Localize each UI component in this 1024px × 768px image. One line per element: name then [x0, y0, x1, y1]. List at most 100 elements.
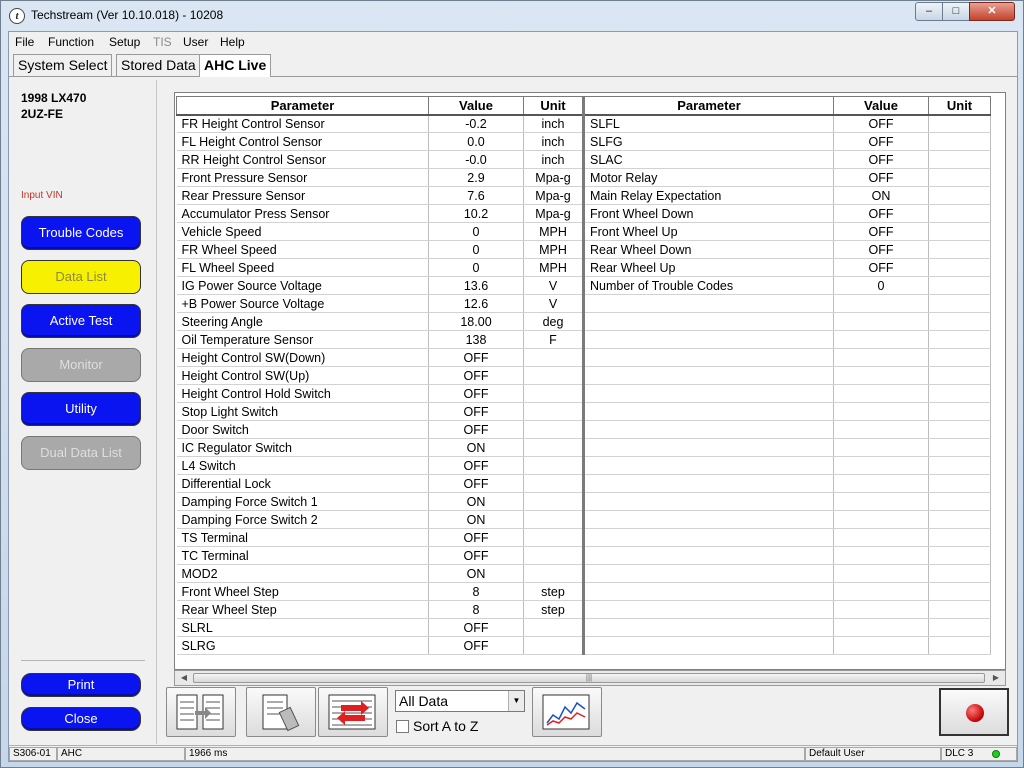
unit-cell: Mpa-g: [523, 186, 584, 205]
table-row[interactable]: Stop Light Switch OFF: [176, 402, 991, 421]
menu-help[interactable]: Help: [220, 35, 245, 49]
column-header-value[interactable]: Value: [428, 96, 524, 116]
parameter-name-cell: RR Height Control Sensor: [176, 150, 429, 169]
table-row[interactable]: FL Height Control Sensor 0.0 inch SLFG OFF: [176, 132, 991, 151]
unit-cell: [928, 456, 991, 475]
table-row[interactable]: Rear Pressure Sensor 7.6 Mpa-g Main Relay E…: [176, 186, 991, 205]
window-title: Techstream (Ver 10.10.018) - 10208: [31, 8, 224, 22]
table-row[interactable]: FR Height Control Sensor -0.2 inch SLFL OFF: [176, 114, 991, 133]
print-button[interactable]: Print: [21, 673, 141, 697]
refresh-list-button[interactable]: [318, 687, 388, 737]
table-row[interactable]: Height Control Hold Switch OFF: [176, 384, 991, 403]
dropdown-arrow-icon[interactable]: ▼: [508, 691, 524, 711]
scroll-right-arrow-icon[interactable]: ▶: [989, 672, 1003, 684]
unit-cell: [928, 240, 991, 259]
close-window-button[interactable]: ✕: [969, 2, 1015, 21]
column-header-value[interactable]: Value: [833, 96, 929, 116]
status-timing: 1966 ms: [185, 747, 805, 761]
manual-button[interactable]: [246, 687, 316, 737]
menu-user[interactable]: User: [183, 35, 208, 49]
data-filter-dropdown[interactable]: All Data ▼: [395, 690, 525, 712]
table-row[interactable]: Height Control SW(Up) OFF: [176, 366, 991, 385]
table-row[interactable]: Differential Lock OFF: [176, 474, 991, 493]
data-list-grid[interactable]: Parameter Value Unit Parameter Value Uni…: [174, 92, 1006, 670]
vehicle-info: 1998 LX470 2UZ-FE: [21, 90, 86, 122]
utility-button[interactable]: Utility: [21, 392, 141, 426]
table-row[interactable]: Accumulator Press Sensor 10.2 Mpa-g Front W…: [176, 204, 991, 223]
techstream-app-icon[interactable]: t: [9, 8, 25, 24]
unit-cell: [928, 546, 991, 565]
value-cell: [833, 528, 929, 547]
tab-system-select[interactable]: System Select: [13, 54, 113, 76]
horizontal-scrollbar[interactable]: ◀ ||| ▶: [174, 670, 1006, 686]
dual-data-list-button: Dual Data List: [21, 436, 141, 470]
tab-stored-data[interactable]: Stored Data: [116, 54, 201, 76]
table-row[interactable]: Front Pressure Sensor 2.9 Mpa-g Motor Relay…: [176, 168, 991, 187]
graph-button[interactable]: [532, 687, 602, 737]
table-row[interactable]: Height Control SW(Down) OFF: [176, 348, 991, 367]
table-row[interactable]: FL Wheel Speed 0 MPH Rear Wheel Up OFF: [176, 258, 991, 277]
close-button[interactable]: Close: [21, 707, 141, 731]
table-row[interactable]: Damping Force Switch 2 ON: [176, 510, 991, 529]
list-select-icon: [176, 694, 224, 730]
parameter-name-cell: MOD2: [176, 564, 429, 583]
column-header-unit[interactable]: Unit: [928, 96, 991, 116]
table-row[interactable]: TS Terminal OFF: [176, 528, 991, 547]
scroll-left-arrow-icon[interactable]: ◀: [177, 672, 191, 684]
table-row[interactable]: Damping Force Switch 1 ON: [176, 492, 991, 511]
menu-tis: TIS: [153, 35, 172, 49]
table-row[interactable]: TC Terminal OFF: [176, 546, 991, 565]
menu-function[interactable]: Function: [48, 35, 94, 49]
sort-a-to-z-checkbox[interactable]: [396, 720, 409, 733]
value-cell: [833, 330, 929, 349]
table-row[interactable]: Steering Angle 18.00 deg: [176, 312, 991, 331]
unit-cell: [928, 204, 991, 223]
table-row[interactable]: RR Height Control Sensor -0.0 inch SLAC OFF: [176, 150, 991, 169]
parameter-name-cell: Stop Light Switch: [176, 402, 429, 421]
select-data-button[interactable]: [166, 687, 236, 737]
unit-cell: [928, 114, 991, 133]
record-button[interactable]: [939, 688, 1009, 736]
left-divider: [21, 660, 145, 661]
trouble-codes-button[interactable]: Trouble Codes: [21, 216, 141, 250]
input-vin-link[interactable]: Input VIN: [21, 190, 63, 201]
column-header-parameter[interactable]: Parameter: [582, 96, 834, 116]
active-test-button[interactable]: Active Test: [21, 304, 141, 338]
menu-file[interactable]: File: [15, 35, 34, 49]
table-row[interactable]: Front Wheel Step 8 step: [176, 582, 991, 601]
unit-cell: [523, 420, 584, 439]
table-row[interactable]: MOD2 ON: [176, 564, 991, 583]
data-list-button[interactable]: Data List: [21, 260, 141, 294]
value-cell: [833, 582, 929, 601]
table-row[interactable]: SLRL OFF: [176, 618, 991, 637]
table-row[interactable]: FR Wheel Speed 0 MPH Rear Wheel Down OFF: [176, 240, 991, 259]
menu-setup[interactable]: Setup: [109, 35, 140, 49]
table-row[interactable]: Rear Wheel Step 8 step: [176, 600, 991, 619]
title-bar[interactable]: t Techstream (Ver 10.10.018) - 10208 – □…: [1, 1, 1023, 31]
maximize-button[interactable]: □: [942, 2, 970, 21]
left-panel: 1998 LX470 2UZ-FE Input VIN Trouble Code…: [13, 80, 157, 744]
column-header-unit[interactable]: Unit: [523, 96, 584, 116]
scrollbar-thumb[interactable]: |||: [193, 673, 985, 683]
value-cell: 8: [428, 582, 524, 601]
value-cell: 13.6: [428, 276, 524, 295]
parameter-name-cell: SLRG: [176, 636, 429, 655]
table-row[interactable]: L4 Switch OFF: [176, 456, 991, 475]
table-row[interactable]: +B Power Source Voltage 12.6 V: [176, 294, 991, 313]
status-system: AHC: [57, 747, 185, 761]
parameter-name-cell: SLAC: [582, 150, 834, 169]
table-row[interactable]: Vehicle Speed 0 MPH Front Wheel Up OFF: [176, 222, 991, 241]
column-header-parameter[interactable]: Parameter: [176, 96, 429, 116]
value-cell: [833, 420, 929, 439]
minimize-button[interactable]: –: [915, 2, 943, 21]
table-row[interactable]: SLRG OFF: [176, 636, 991, 655]
table-row[interactable]: IG Power Source Voltage 13.6 V Number of Tr…: [176, 276, 991, 295]
tab-ahc-live[interactable]: AHC Live: [199, 54, 272, 77]
table-row[interactable]: Door Switch OFF: [176, 420, 991, 439]
sort-a-to-z-label[interactable]: Sort A to Z: [413, 718, 478, 734]
value-cell: OFF: [833, 240, 929, 259]
table-row[interactable]: IC Regulator Switch ON: [176, 438, 991, 457]
unit-cell: [523, 348, 584, 367]
parameter-name-cell: [582, 546, 834, 565]
table-row[interactable]: Oil Temperature Sensor 138 F: [176, 330, 991, 349]
